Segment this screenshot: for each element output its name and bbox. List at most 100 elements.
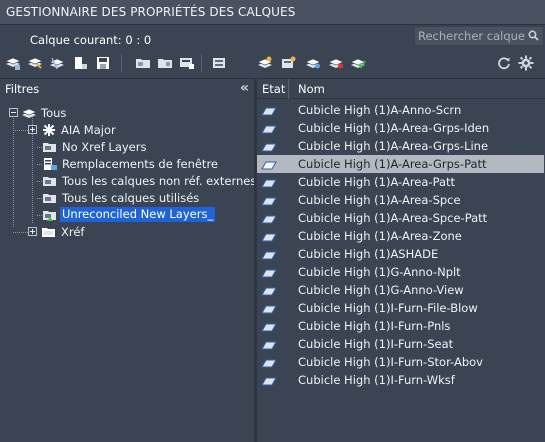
tree-node-label: Tous les calques utilisés bbox=[62, 190, 200, 205]
layer-name: Cubicle High (1)A-Area-Grps-Iden bbox=[298, 121, 490, 135]
layer-row[interactable]: Cubicle High (1)A-Area-Grps-Iden bbox=[257, 119, 544, 137]
tree-node-label: AIA Major bbox=[61, 122, 116, 137]
layers-stack-icon bbox=[21, 106, 37, 120]
layer-status-icon bbox=[261, 285, 277, 296]
merge-icon[interactable] bbox=[349, 54, 367, 72]
tree-node-viewport-overrides[interactable]: Remplacements de fenêtre bbox=[42, 155, 218, 172]
new-layer-icon[interactable] bbox=[256, 54, 274, 72]
layer-row[interactable]: Cubicle High (1)I-Furn-File-Blow bbox=[257, 299, 544, 317]
tree-node-aia-major[interactable]: AIA Major bbox=[28, 121, 116, 138]
layer-status-icon bbox=[261, 159, 277, 170]
layer-status-icon bbox=[261, 177, 277, 188]
collapse-filters-button[interactable]: « bbox=[240, 81, 249, 95]
new-group-filter-icon[interactable] bbox=[26, 54, 44, 72]
layer-search-box[interactable] bbox=[414, 26, 544, 46]
filter-3-icon[interactable] bbox=[178, 54, 196, 72]
tree-node-label: No Xref Layers bbox=[62, 139, 147, 154]
layer-name: Cubicle High (1)A-Anno-Scrn bbox=[298, 103, 462, 117]
filter-folder-icon bbox=[42, 140, 58, 154]
filters-header-label: Filtres bbox=[5, 82, 40, 96]
tree-node-unreconciled-new-layers[interactable]: Unreconciled New Layers_ bbox=[42, 206, 216, 223]
settings-icon[interactable] bbox=[517, 54, 535, 72]
layer-name: Cubicle High (1)A-Area-Grps-Patt bbox=[298, 157, 487, 171]
new-properties-filter-icon[interactable] bbox=[4, 54, 22, 72]
search-icon[interactable] bbox=[528, 30, 539, 44]
layer-row[interactable]: Cubicle High (1)A-Area-Grps-Patt bbox=[257, 155, 544, 173]
layer-status-icon bbox=[261, 123, 277, 134]
layer-row[interactable]: Cubicle High (1)A-Area-Grps-Line bbox=[257, 137, 544, 155]
filters-header: Filtres « bbox=[0, 79, 254, 99]
panel-title-bar: GESTIONNAIRE DES PROPRIÉTÉS DES CALQUES bbox=[0, 0, 545, 25]
set-current-icon[interactable] bbox=[327, 54, 345, 72]
layer-status-icon bbox=[261, 267, 277, 278]
layer-status-icon bbox=[261, 303, 277, 314]
layer-toolbar bbox=[0, 50, 545, 76]
filters-panel: Filtres « Tous AIA Major No Xref Layers … bbox=[0, 78, 256, 442]
layer-row[interactable]: Cubicle High (1)I-Furn-Seat bbox=[257, 335, 544, 353]
layer-status-icon bbox=[261, 321, 277, 332]
layer-status-icon bbox=[261, 357, 277, 368]
expand-aia-major-toggle[interactable] bbox=[28, 125, 37, 134]
filter-folder-icon bbox=[42, 191, 58, 205]
star-filter-icon bbox=[41, 123, 57, 137]
column-header-etat[interactable]: Etat bbox=[262, 82, 285, 96]
tree-node-label: Tous bbox=[41, 105, 67, 120]
layer-row[interactable]: Cubicle High (1)G-Anno-View bbox=[257, 281, 544, 299]
layer-status-icon bbox=[261, 195, 277, 206]
tree-node-all-used-layers[interactable]: Tous les calques utilisés bbox=[42, 189, 199, 206]
layer-row[interactable]: Cubicle High (1)A-Area-Spce bbox=[257, 191, 544, 209]
expand-xref-toggle[interactable] bbox=[28, 227, 37, 236]
tree-node-no-xref-layers[interactable]: No Xref Layers bbox=[42, 138, 146, 155]
tree-node-all-non-xref-layers[interactable]: Tous les calques non réf. externes bbox=[42, 172, 256, 189]
layer-name: Cubicle High (1)I-Furn-Seat bbox=[298, 337, 454, 351]
layer-row[interactable]: Cubicle High (1)A-Anno-Scrn bbox=[257, 101, 544, 119]
layer-name: Cubicle High (1)A-Area-Zone bbox=[298, 229, 462, 243]
layer-name: Cubicle High (1)A-Area-Spce-Patt bbox=[298, 211, 488, 225]
filter-2-icon[interactable] bbox=[156, 54, 174, 72]
layer-row[interactable]: Cubicle High (1)I-Furn-Stor-Abov bbox=[257, 353, 544, 371]
layer-status-icon bbox=[261, 231, 277, 242]
column-header-nom[interactable]: Nom bbox=[298, 82, 325, 96]
layer-name: Cubicle High (1)A-Area-Patt bbox=[298, 175, 456, 189]
tree-node-label: Tous les calques non réf. externes bbox=[62, 173, 257, 188]
layer-search-input[interactable] bbox=[418, 29, 526, 43]
column-divider[interactable] bbox=[288, 79, 289, 99]
layer-row[interactable]: Cubicle High (1)A-Area-Spce-Patt bbox=[257, 209, 544, 227]
xref-folder-icon bbox=[41, 225, 57, 239]
tree-node-label-selected[interactable]: Unreconciled New Layers_ bbox=[60, 207, 216, 222]
viewport-override-icon bbox=[42, 157, 58, 171]
delete-layer-icon[interactable] bbox=[304, 54, 322, 72]
layer-row[interactable]: Cubicle High (1)I-Furn-Wksf bbox=[257, 371, 544, 389]
layer-status-icon bbox=[261, 141, 277, 152]
layer-name: Cubicle High (1)ASHADE bbox=[298, 247, 439, 261]
layer-row[interactable]: Cubicle High (1)A-Area-Patt bbox=[257, 173, 544, 191]
layer-status-icon bbox=[261, 339, 277, 350]
layer-row[interactable]: Cubicle High (1)I-Furn-Pnls bbox=[257, 317, 544, 335]
layer-name: Cubicle High (1)G-Anno-View bbox=[298, 283, 464, 297]
layer-states-icon[interactable] bbox=[48, 54, 66, 72]
current-layer-label: Calque courant: 0 : 0 bbox=[30, 33, 152, 47]
layer-status-icon bbox=[261, 249, 277, 260]
refresh-icon[interactable] bbox=[495, 54, 513, 72]
layer-list-header: Etat Nom bbox=[257, 79, 545, 99]
layer-status-icon bbox=[261, 105, 277, 116]
layers-panel: Etat Nom Cubicle High (1)A-Anno-Scrn Cubi… bbox=[257, 78, 545, 442]
walk-icon[interactable] bbox=[210, 54, 228, 72]
layer-row[interactable]: Cubicle High (1)A-Area-Zone bbox=[257, 227, 544, 245]
filter-1-icon[interactable] bbox=[134, 54, 152, 72]
layer-name: Cubicle High (1)G-Anno-Nplt bbox=[298, 265, 461, 279]
new-layer-vp-frozen-icon[interactable] bbox=[280, 54, 298, 72]
collapse-tous-toggle[interactable] bbox=[9, 108, 18, 117]
layer-name: Cubicle High (1)A-Area-Spce bbox=[298, 193, 461, 207]
layer-row[interactable]: Cubicle High (1)ASHADE bbox=[257, 245, 544, 263]
layer-isolate-icon[interactable] bbox=[72, 54, 90, 72]
layer-row[interactable]: Cubicle High (1)G-Anno-Nplt bbox=[257, 263, 544, 281]
unreconciled-icon bbox=[42, 208, 58, 222]
tree-node-label: Xréf bbox=[61, 224, 85, 239]
tree-node-tous[interactable]: Tous bbox=[9, 104, 66, 121]
save-icon[interactable] bbox=[94, 54, 112, 72]
panel-title: GESTIONNAIRE DES PROPRIÉTÉS DES CALQUES bbox=[6, 5, 296, 19]
layer-name: Cubicle High (1)A-Area-Grps-Line bbox=[298, 139, 489, 153]
tree-node-xref[interactable]: Xréf bbox=[28, 223, 84, 240]
layer-status-icon bbox=[261, 375, 277, 386]
